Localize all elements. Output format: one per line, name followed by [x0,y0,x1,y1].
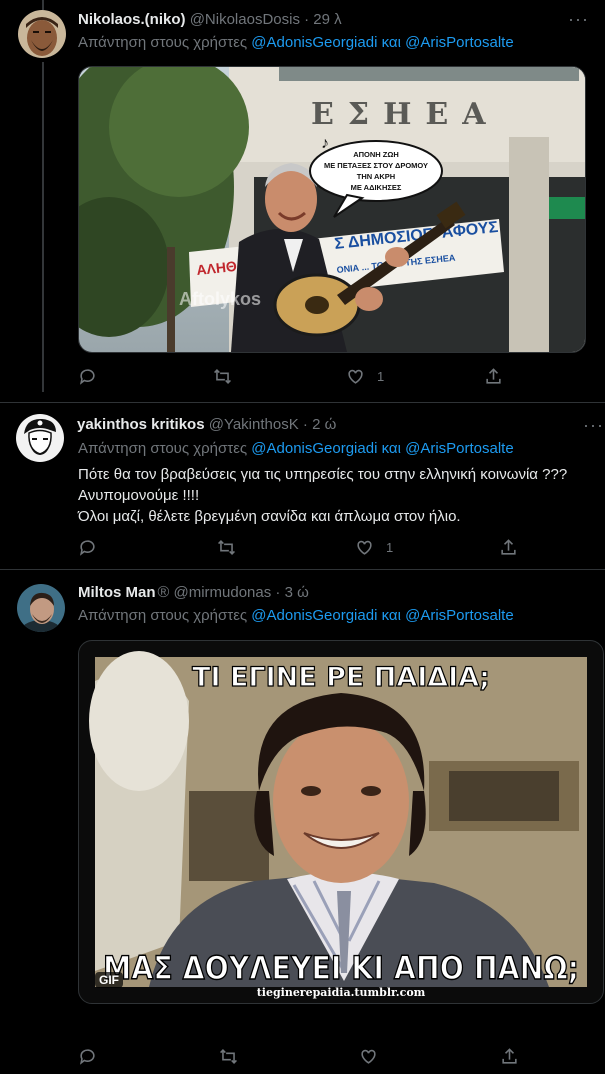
reply-context: Απάντηση στους χρήστες @AdonisGeorgiadi … [78,440,514,457]
avatar[interactable] [17,584,65,632]
speech-bubble-line: ΜΕ ΑΔΙΚΗΣΕΣ [351,183,402,192]
tweet-2[interactable]: yakinthos kritikos @YakinthosK · 2 ώ ···… [0,403,605,569]
timestamp[interactable]: 3 ώ [285,584,309,601]
reply-button[interactable] [78,537,109,557]
like-button[interactable]: 1 [346,366,384,386]
gif-bottom-caption: ΜΑΣ ΔΟΥΛΕΥΕΙ ΚΙ ΑΠΟ ΠΑΝΩ; [103,949,579,987]
author-name[interactable]: Nikolaos.(niko) [78,11,186,28]
tweet-header: yakinthos kritikos @YakinthosK · 2 ώ [77,416,337,433]
heart-icon [361,1049,376,1064]
tweet-header: Miltos Man ® @mirmudonas · 3 ώ [78,584,309,601]
speech-bubble-line: ΜΕ ΠΕΤΑΞΕΣ ΣΤΟΥ ΔΡΟΜΟΥ [324,161,428,170]
tweet-header: Nikolaos.(niko) @NikolaosDosis · 29 λ [78,11,342,28]
mention-link[interactable]: @AdonisGeorgiadi [251,607,377,624]
speech-bubble-line: ΑΠΟΝΗ ΖΩΗ [353,150,399,159]
tweet-3[interactable]: Miltos Man ® @mirmudonas · 3 ώ Απάντηση σ… [0,570,605,1074]
avatar[interactable] [18,10,66,58]
reply-button[interactable] [78,1046,109,1066]
author-name-suffix: ® [157,584,170,601]
heart-icon [357,540,372,555]
share-button[interactable] [500,1046,519,1066]
like-count: 1 [377,368,385,384]
tweet-photo[interactable]: ΕΣΗΕΑ ΑΛΗΘ Σ ΔΗΜΟΣΙΟΓΡΑΦΟΥΣ ΟΝΙΑ ... ΤΟ … [78,66,586,353]
tweet-text-line: Ανυπομονούμε !!!! [78,487,200,504]
timestamp[interactable]: 29 λ [313,11,341,28]
share-button[interactable] [499,537,518,557]
share-icon [486,367,501,384]
heart-icon [348,369,363,384]
more-options-icon[interactable]: ··· [568,10,589,28]
gif-badge: GIF [95,972,123,988]
tweet-text-line: Πότε θα τον βραβεύσεις για τις υπηρεσίες… [78,466,568,483]
tweet-text: Πότε θα τον βραβεύσεις για τις υπηρεσίες… [78,464,603,527]
share-icon [501,538,516,555]
like-button[interactable] [359,1046,390,1066]
reply-button[interactable] [78,366,109,386]
share-button[interactable] [484,366,503,386]
action-bar: 1 [78,366,518,388]
retweet-button[interactable] [213,366,244,386]
author-handle[interactable]: @NikolaosDosis [190,11,300,28]
retweet-icon [218,539,235,555]
reply-icon [79,539,95,556]
gif-source: tieginerepaidia.tumblr.com [257,986,426,999]
mention-link[interactable]: @ArisPortosalte [405,607,514,624]
like-count: 1 [386,539,394,555]
tweet-text-line: Όλοι μαζί, θέλετε βρεγμένη σανίδα και άπ… [78,508,461,525]
reply-context: Απάντηση στους χρήστες @AdonisGeorgiadi … [78,34,514,51]
gif-image: ΤΙ ΕΓΙΝΕ ΡΕ ΠΑΙΔΙΑ; ΜΑΣ ΔΟΥΛΕΥΕΙ ΚΙ ΑΠΟ … [89,651,587,999]
like-button[interactable]: 1 [355,537,393,557]
gif-top-caption: ΤΙ ΕΓΙΝΕ ΡΕ ΠΑΙΔΙΑ; [192,662,490,693]
retweet-icon [220,1048,237,1064]
tweet-gif[interactable]: ΤΙ ΕΓΙΝΕ ΡΕ ΠΑΙΔΙΑ; ΜΑΣ ΔΟΥΛΕΥΕΙ ΚΙ ΑΠΟ … [78,640,604,1004]
retweet-button[interactable] [217,537,248,557]
author-handle[interactable]: @YakinthosK [209,416,299,433]
avatar[interactable] [16,414,64,462]
timestamp[interactable]: 2 ώ [312,416,336,433]
share-icon [502,1047,517,1064]
reply-icon [79,1048,95,1065]
action-bar [78,1046,518,1068]
retweet-icon [214,368,231,384]
reply-icon [79,368,95,385]
mention-link[interactable]: @AdonisGeorgiadi [251,34,377,51]
tweet-1[interactable]: Nikolaos.(niko) @NikolaosDosis · 29 λ ··… [0,0,605,400]
mention-link[interactable]: @ArisPortosalte [405,34,514,51]
action-bar: 1 [78,537,518,559]
author-handle[interactable]: @mirmudonas [173,584,271,601]
author-name[interactable]: Miltos Man [78,584,156,601]
speech-bubble-line: ΤΗΝ ΑΚΡΗ [357,172,395,181]
retweet-button[interactable] [219,1046,250,1066]
photo-image: ΕΣΗΕΑ ΑΛΗΘ Σ ΔΗΜΟΣΙΟΓΡΑΦΟΥΣ ΟΝΙΑ ... ΤΟ … [79,67,585,352]
mention-link[interactable]: @ArisPortosalte [405,440,514,457]
reply-context: Απάντηση στους χρήστες @AdonisGeorgiadi … [78,607,514,624]
building-sign: ΕΣΗΕΑ [311,97,500,132]
watermark: Aftolykos [179,289,261,309]
more-options-icon[interactable]: ··· [583,416,604,434]
author-name[interactable]: yakinthos kritikos [77,416,205,433]
mention-link[interactable]: @AdonisGeorgiadi [251,440,377,457]
music-note-icon: ♪ [321,135,329,152]
